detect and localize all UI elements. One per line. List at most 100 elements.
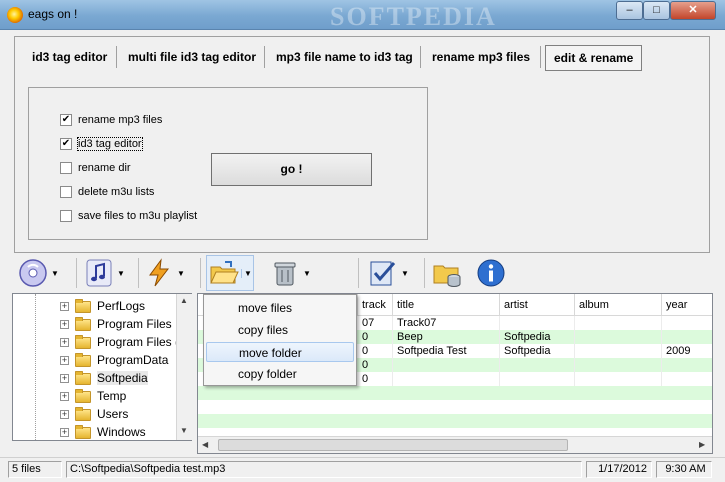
option-delete-m3u-lists[interactable]: delete m3u lists [60, 184, 154, 200]
tree-item-programdata[interactable]: + ProgramData [13, 352, 191, 370]
tree-item-softpedia[interactable]: + Softpedia [13, 370, 191, 388]
chevron-down-icon[interactable]: ▼ [302, 269, 312, 278]
column-header-artist[interactable]: artist [500, 294, 575, 316]
plus-icon[interactable]: + [60, 338, 69, 347]
toolbar-separator [138, 258, 139, 288]
tree-item-program-files-x86[interactable]: + Program Files (x86) [13, 334, 191, 352]
cell-album [575, 330, 662, 344]
tab-id3-tag-editor[interactable]: id3 tag editor [24, 43, 115, 71]
column-header-title[interactable]: title [393, 294, 500, 316]
tree-item-label: Softpedia [97, 371, 148, 385]
folder-icon [75, 353, 91, 367]
column-header-year[interactable]: year [662, 294, 712, 316]
close-button[interactable]: ✕ [670, 1, 716, 20]
option-label: delete m3u lists [78, 186, 155, 198]
tree-item-program-files[interactable]: + Program Files [13, 316, 191, 334]
cell-year: 2009 [662, 344, 712, 358]
go-button[interactable]: go ! [211, 153, 372, 186]
plus-icon[interactable]: + [60, 410, 69, 419]
cell-year [662, 358, 712, 372]
tree-item-perflogs[interactable]: + PerfLogs [13, 298, 191, 316]
cell-year [662, 316, 712, 330]
option-save-files-to-m3u-playlist[interactable]: save files to m3u playlist [60, 208, 197, 224]
plus-icon[interactable]: + [60, 356, 69, 365]
status-date: 1/17/2012 [586, 461, 652, 478]
option-id3-tag-editor[interactable]: id3 tag editor [60, 136, 143, 152]
toolbar-checklist-button[interactable]: ▼ [368, 256, 410, 290]
empty-row [198, 400, 712, 414]
cell-track: 0 [358, 330, 393, 344]
checkbox[interactable] [60, 114, 72, 126]
plus-icon[interactable]: + [60, 392, 69, 401]
cell-album [575, 316, 662, 330]
scroll-right-icon[interactable]: ▶ [699, 440, 705, 449]
tree-item-temp[interactable]: + Temp [13, 388, 191, 406]
chevron-down-icon[interactable]: ▼ [400, 269, 410, 278]
menu-item-move-files[interactable]: move files [206, 298, 354, 318]
toolbar-cd-help-button[interactable]: ▼ [18, 256, 60, 290]
scroll-up-icon[interactable]: ▲ [180, 296, 188, 305]
tree-item-label: Windows [97, 425, 146, 439]
empty-row [198, 386, 712, 400]
menu-item-copy-folder[interactable]: copy folder [206, 364, 354, 384]
chevron-down-icon[interactable]: ▼ [116, 269, 126, 278]
cell-album [575, 358, 662, 372]
checkbox[interactable] [60, 186, 72, 198]
toolbar-info-button[interactable] [476, 256, 506, 290]
scroll-down-icon[interactable]: ▼ [180, 426, 188, 435]
tree-item-users[interactable]: + Users [13, 406, 191, 424]
column-header-track[interactable]: track [358, 294, 393, 316]
plus-icon[interactable]: + [60, 374, 69, 383]
cell-artist: Softpedia [500, 330, 575, 344]
tab-mp3-file-name-to-id3-tag[interactable]: mp3 file name to id3 tag [268, 43, 421, 71]
menu-item-move-folder[interactable]: move folder [206, 342, 354, 362]
option-rename-dir[interactable]: rename dir [60, 160, 131, 176]
plus-icon[interactable]: + [60, 302, 69, 311]
plus-icon[interactable]: + [60, 428, 69, 437]
watermark: SOFTPEDIA [330, 2, 497, 31]
cell-title [393, 358, 500, 372]
tree-item-label: ProgramData [97, 353, 169, 367]
cell-title [393, 372, 500, 386]
maximize-button[interactable]: □ [643, 1, 670, 20]
column-header-album[interactable]: album [575, 294, 662, 316]
chevron-down-icon[interactable]: ▼ [241, 268, 252, 278]
tab-multi-file-id3-tag-editor[interactable]: multi file id3 tag editor [120, 43, 264, 71]
folder-icon [75, 317, 91, 331]
chevron-down-icon[interactable]: ▼ [176, 269, 186, 278]
toolbar-separator [76, 258, 77, 288]
cell-title: Softpedia Test [393, 344, 500, 358]
minimize-button[interactable]: – [616, 1, 643, 20]
toolbar-trash-button[interactable]: ▼ [270, 256, 312, 290]
scroll-thumb[interactable] [218, 439, 568, 451]
checkbox[interactable] [60, 162, 72, 174]
checkbox[interactable] [60, 210, 72, 222]
folder-icon [75, 407, 91, 421]
option-label: rename mp3 files [78, 114, 163, 126]
plus-icon[interactable]: + [60, 320, 69, 329]
cell-album [575, 344, 662, 358]
chevron-down-icon[interactable]: ▼ [50, 269, 60, 278]
toolbar-folder-database-button[interactable] [432, 256, 462, 290]
toolbar-open-folder-button[interactable]: ▼ [206, 255, 254, 291]
cell-year [662, 372, 712, 386]
tab-separator [116, 46, 117, 68]
tree-item-label: PerfLogs [97, 299, 146, 313]
tree-scrollbar[interactable]: ▲ ▼ [176, 294, 192, 440]
tree-item-label: Users [97, 407, 129, 421]
tab-rename-mp3-files[interactable]: rename mp3 files [424, 43, 538, 71]
list-horizontal-scrollbar[interactable]: ◀ ▶ [198, 436, 712, 453]
tree-item-windows[interactable]: + Windows [13, 424, 191, 440]
scroll-left-icon[interactable]: ◀ [202, 440, 208, 449]
cell-title: Track07 [393, 316, 500, 330]
tab-edit-rename[interactable]: edit & rename [545, 45, 643, 71]
menu-item-copy-files[interactable]: copy files [206, 320, 354, 340]
toolbar-music-button[interactable]: ▼ [84, 256, 126, 290]
checkbox[interactable] [60, 138, 72, 150]
toolbar-separator [424, 258, 425, 288]
cell-track: 07 [358, 316, 393, 330]
folder-tree[interactable]: + PerfLogs + Program Files + Program Fil… [12, 293, 192, 441]
toolbar-winamp-button[interactable]: ▼ [144, 256, 186, 290]
open-folder-icon [210, 261, 239, 284]
option-rename-mp3-files[interactable]: rename mp3 files [60, 112, 162, 128]
